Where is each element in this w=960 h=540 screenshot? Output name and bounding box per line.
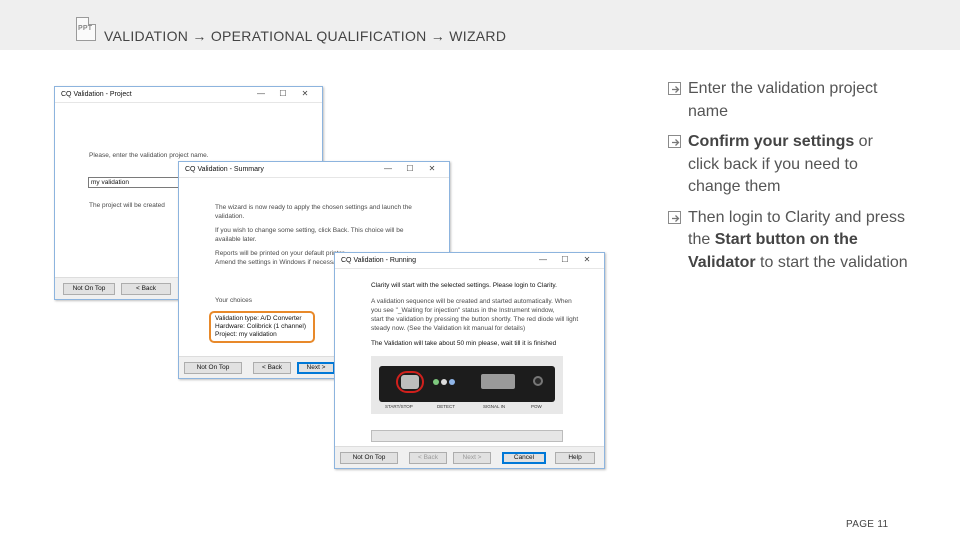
- instruction-1-text: Enter the validation project name: [688, 80, 878, 120]
- page-number: PAGE 11: [846, 519, 889, 530]
- maximize-icon[interactable]: ☐: [272, 89, 294, 98]
- header-bar: PPT VALIDATION → OPERATIONAL QUALIFICATI…: [0, 0, 960, 50]
- close-icon[interactable]: ✕: [421, 164, 443, 173]
- running-line-5: steady now. (See the Validation kit manu…: [371, 325, 526, 332]
- running-line-4: start the validation by pressing the but…: [371, 316, 579, 323]
- start-button-highlight: [396, 371, 424, 393]
- instruction-item: Then login to Clarity and press the Star…: [668, 207, 908, 275]
- minimize-icon[interactable]: —: [250, 89, 272, 98]
- back-button[interactable]: < Back: [121, 283, 171, 295]
- signal-connector-image: [481, 374, 515, 389]
- ppt-file-icon: PPT: [76, 17, 96, 41]
- summary-dialog-title: CQ Validation - Summary: [185, 166, 264, 173]
- running-dialog-footer: Not On Top < Back Next > Cancel Help: [335, 446, 604, 468]
- summary-dialog-titlebar: CQ Validation - Summary — ☐ ✕: [179, 162, 449, 178]
- instruction-2-bold: Confirm your settings: [688, 133, 855, 150]
- cancel-button[interactable]: Cancel: [502, 452, 546, 464]
- led-blue: [449, 379, 455, 385]
- running-line-3: you see "_Waiting for injection" status …: [371, 307, 555, 314]
- running-line-2: A validation sequence will be created an…: [371, 298, 572, 305]
- choice-project: Project: my validation: [215, 331, 277, 338]
- power-jack-image: [533, 376, 543, 386]
- validator-device-image: START/STOP DETECT SIGNAL IN POW: [371, 356, 563, 414]
- back-button[interactable]: < Back: [409, 452, 447, 464]
- close-icon[interactable]: ✕: [576, 255, 598, 264]
- summary-line-3: If you wish to change some setting, clic…: [215, 227, 404, 234]
- maximize-icon[interactable]: ☐: [399, 164, 421, 173]
- progress-bar: [371, 430, 563, 442]
- running-dialog-titlebar: CQ Validation - Running — ☐ ✕: [335, 253, 604, 269]
- instruction-item: Enter the validation project name: [668, 78, 908, 123]
- instruction-list: Enter the validation project name Confir…: [668, 78, 908, 282]
- arrow-bullet-icon: [668, 210, 681, 224]
- minimize-icon[interactable]: —: [532, 255, 554, 264]
- summary-line-4: available later.: [215, 236, 257, 243]
- summary-line-1: The wizard is now ready to apply the cho…: [215, 204, 412, 211]
- next-button[interactable]: Next >: [453, 452, 491, 464]
- running-dialog-body: Clarity will start with the selected set…: [335, 270, 604, 468]
- not-on-top-button[interactable]: Not On Top: [340, 452, 398, 464]
- running-dialog: CQ Validation - Running — ☐ ✕ Clarity will…: [334, 252, 605, 469]
- instruction-item: Confirm your settings or click back if y…: [668, 131, 908, 199]
- led-white: [441, 379, 447, 385]
- maximize-icon[interactable]: ☐: [554, 255, 576, 264]
- not-on-top-button[interactable]: Not On Top: [63, 283, 115, 295]
- slide: PPT VALIDATION → OPERATIONAL QUALIFICATI…: [0, 0, 960, 540]
- ppt-icon-label: PPT: [78, 25, 93, 32]
- arrow-bullet-icon: [668, 135, 681, 148]
- minimize-icon[interactable]: —: [377, 164, 399, 173]
- project-dialog-titlebar: CQ Validation - Project — ☐ ✕: [55, 87, 322, 103]
- device-label-start-stop: START/STOP: [385, 404, 413, 409]
- summary-line-6: Amend the settings in Windows if necessa…: [215, 259, 344, 266]
- breadcrumb: VALIDATION → OPERATIONAL QUALIFICATION →…: [104, 28, 507, 44]
- project-prompt: Please, enter the validation project nam…: [89, 152, 209, 159]
- project-dialog-title: CQ Validation - Project: [61, 91, 132, 98]
- project-name-value: my validation: [91, 179, 129, 186]
- choices-label: Your choices: [215, 297, 252, 304]
- project-note: The project will be created: [89, 202, 165, 209]
- device-label-pow: POW: [531, 404, 542, 409]
- running-line-1: Clarity will start with the selected set…: [371, 282, 557, 289]
- validation-duration: The Validation will take about 50 min pl…: [371, 340, 557, 347]
- next-button[interactable]: Next >: [297, 362, 335, 374]
- arrow-bullet-icon: [668, 82, 681, 95]
- device-label-signal-in: SIGNAL IN: [483, 404, 506, 409]
- led-green: [433, 379, 439, 385]
- device-label-detect: DETECT: [437, 404, 455, 409]
- running-dialog-title: CQ Validation - Running: [341, 257, 416, 264]
- summary-line-5: Reports will be printed on your default …: [215, 250, 346, 257]
- instruction-3-text-after: to start the validation: [755, 253, 908, 271]
- help-button[interactable]: Help: [555, 452, 595, 464]
- not-on-top-button[interactable]: Not On Top: [184, 362, 242, 374]
- close-icon[interactable]: ✕: [294, 89, 316, 98]
- back-button[interactable]: < Back: [253, 362, 291, 374]
- summary-line-2: validation.: [215, 213, 245, 220]
